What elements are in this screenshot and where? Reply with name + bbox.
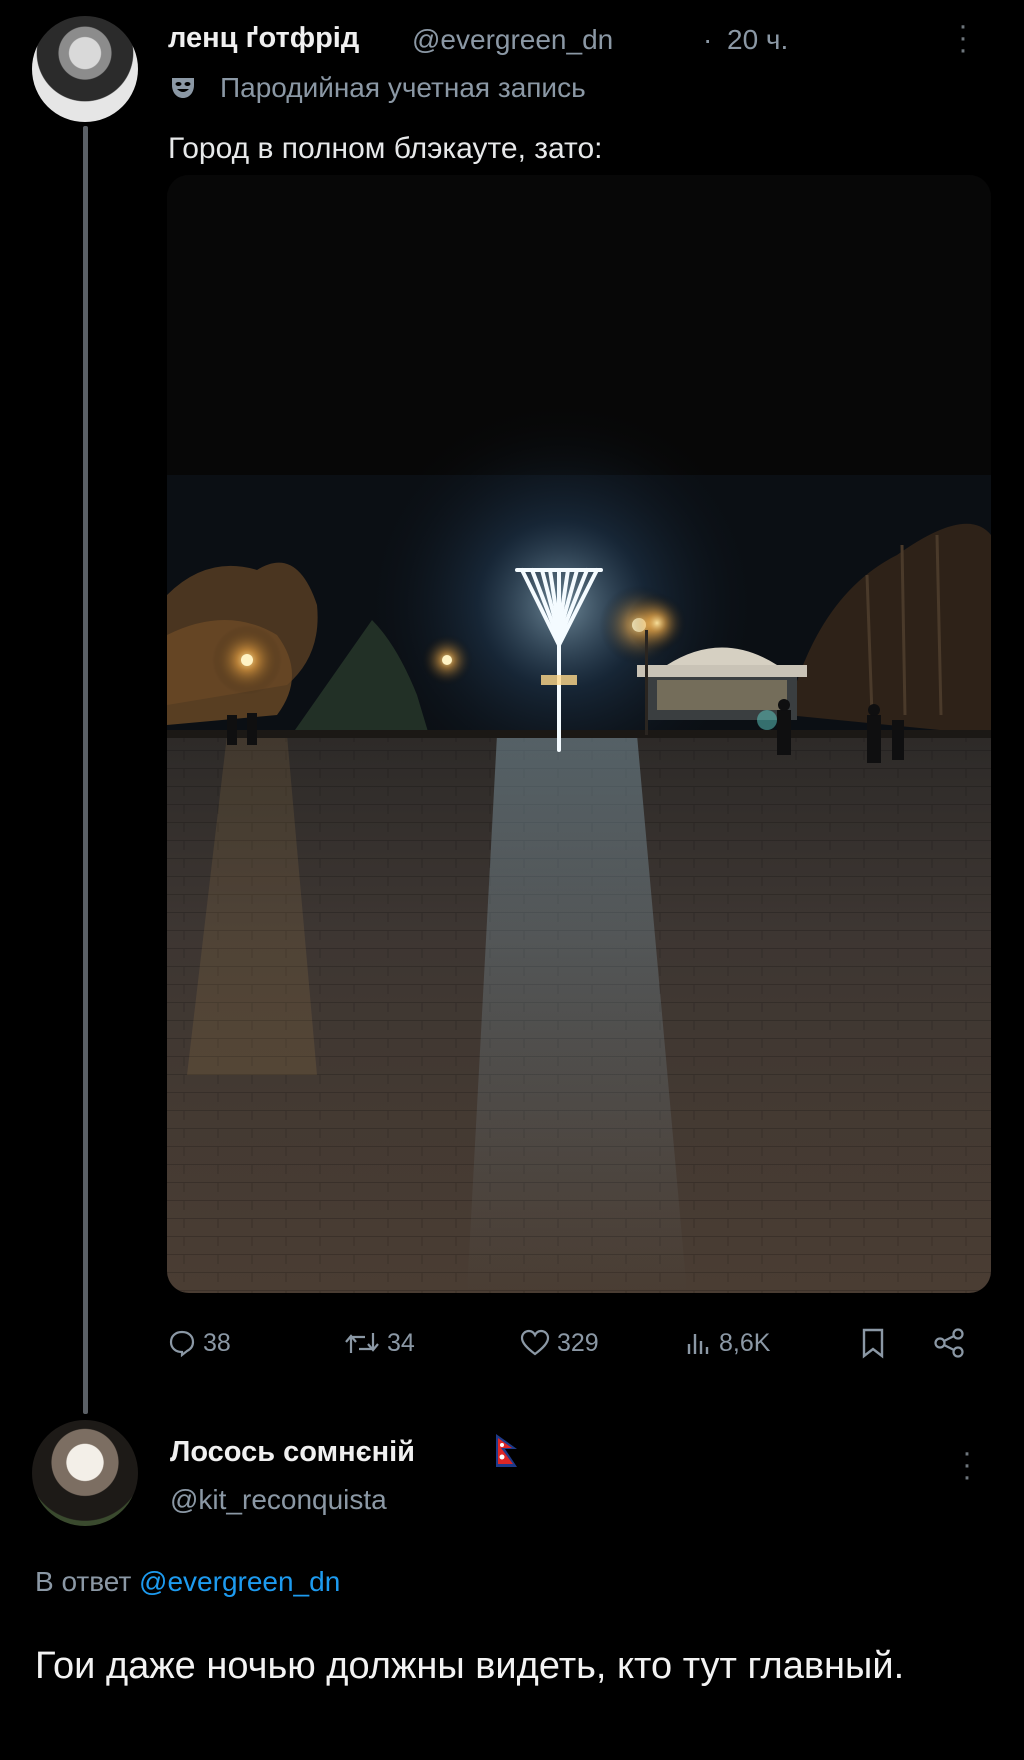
parody-mask-icon (172, 78, 194, 98)
reply-author-handle[interactable]: @kit_reconquista (170, 1484, 387, 1516)
author-avatar[interactable] (32, 16, 138, 122)
tweet-timestamp[interactable]: 20 ч. (727, 24, 788, 56)
reply-author-avatar[interactable] (32, 1420, 138, 1526)
menorah-photo-illustration (167, 175, 991, 1293)
reply-icon (169, 1330, 195, 1358)
reply-author-name[interactable]: Лосось сомнєній (170, 1436, 415, 1469)
reply-tweet-text: Гои даже ночью должны видеть, кто тут гл… (35, 1645, 905, 1687)
tweet-photo[interactable] (167, 175, 991, 1293)
views-count: 8,6K (719, 1328, 771, 1357)
views-chart-icon (687, 1334, 709, 1354)
repost-button[interactable]: 34 (343, 1323, 415, 1363)
author-handle[interactable]: @evergreen_dn (412, 24, 613, 56)
replying-to-prefix: В ответ (35, 1566, 132, 1597)
like-count: 329 (557, 1328, 599, 1357)
share-icon[interactable] (932, 1327, 966, 1359)
repost-count: 34 (387, 1328, 415, 1357)
like-button[interactable]: 329 (519, 1323, 599, 1363)
bookmark-icon[interactable] (860, 1327, 886, 1359)
heart-icon (520, 1329, 550, 1356)
parody-account-label: Пародийная учетная запись (220, 72, 586, 103)
replying-to-line: В ответ @evergreen_dn (35, 1566, 340, 1598)
reply-button[interactable]: 38 (167, 1323, 231, 1363)
views-button[interactable]: 8,6K (685, 1323, 770, 1363)
tweet-text: Город в полном блэкауте, зато: (168, 132, 603, 165)
more-options-icon[interactable]: · · · (962, 1438, 972, 1492)
thread-connector-line (83, 126, 88, 1414)
meta-separator: · (703, 24, 713, 55)
reply-count: 38 (203, 1328, 231, 1357)
repost-icon (345, 1333, 379, 1353)
author-name[interactable]: ленц ґотфрід (168, 22, 359, 55)
nepal-flag-icon (496, 1434, 517, 1467)
replying-to-mention[interactable]: @evergreen_dn (139, 1566, 340, 1597)
more-options-icon[interactable]: · · · (958, 11, 968, 65)
